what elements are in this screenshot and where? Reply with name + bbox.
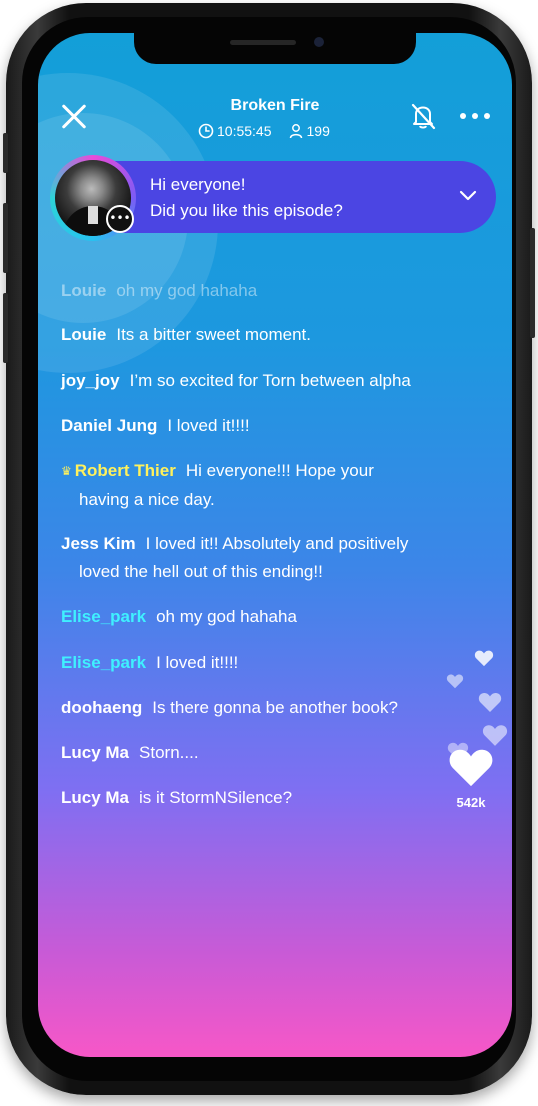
- volume-down-button: [3, 293, 8, 363]
- speaker: [230, 40, 296, 45]
- chevron-down-icon[interactable]: [458, 189, 478, 203]
- chat-text: is it StormNSilence?: [139, 788, 293, 807]
- mute-switch: [3, 133, 8, 173]
- camera: [314, 37, 324, 47]
- chat-username[interactable]: Daniel Jung: [61, 416, 157, 435]
- chat-message: joy_joy I’m so excited for Torn between a…: [61, 367, 471, 395]
- chat-username-vip[interactable]: Robert Thier: [75, 461, 176, 480]
- chat-message: Elise_park oh my god hahaha: [61, 603, 471, 631]
- chat-username[interactable]: Elise_park: [61, 607, 146, 626]
- volume-up-button: [3, 203, 8, 273]
- chat-text: Storn....: [139, 743, 199, 762]
- chat-message: Daniel Jung I loved it!!!!: [61, 412, 471, 440]
- chat-message: Louie Its a bitter sweet moment.: [61, 321, 471, 349]
- chat-username[interactable]: Elise_park: [61, 653, 146, 672]
- chat-bubble-icon: •••: [106, 205, 134, 233]
- user-icon: [289, 124, 302, 139]
- chat-username[interactable]: Lucy Ma: [61, 743, 129, 762]
- like-heart-button[interactable]: [448, 745, 494, 789]
- chat-message: Louie oh my god hahaha: [61, 277, 471, 305]
- chat-message: doohaeng Is there gonna be another book?: [61, 694, 471, 722]
- chat-username[interactable]: Lucy Ma: [61, 788, 129, 807]
- chat-username[interactable]: Louie: [61, 325, 106, 344]
- crown-icon: ♛: [61, 464, 72, 478]
- bell-off-icon[interactable]: [408, 101, 438, 131]
- chat-message: Lucy Ma is it StormNSilence?: [61, 784, 471, 812]
- chat-message: Elise_park I loved it!!!!: [61, 649, 471, 677]
- chat-text: I loved it!!!!: [167, 416, 250, 435]
- stream-title: Broken Fire: [230, 97, 320, 114]
- chat-text: Is there gonna be another book?: [152, 698, 398, 717]
- like-count: 542k: [456, 795, 486, 810]
- stream-meta: 10:55:45 199: [198, 123, 330, 139]
- viewer-count: 199: [306, 123, 330, 139]
- more-icon[interactable]: [460, 113, 490, 119]
- chat-message: ♛ Robert Thier Hi everyone!!! Hope your ha…: [61, 457, 471, 514]
- chat-username[interactable]: Jess Kim: [61, 534, 136, 553]
- chat-text: Hi everyone!!! Hope your: [185, 461, 374, 480]
- clock-icon: [198, 123, 214, 139]
- heart-icon: [474, 650, 494, 667]
- chat-username[interactable]: Louie: [61, 281, 106, 300]
- pinned-line-2: Did you like this episode?: [150, 201, 343, 220]
- chat-text: I’m so excited for Torn between alpha: [129, 371, 411, 390]
- elapsed-time: 10:55:45: [217, 123, 272, 139]
- chat-text-continued: having a nice day.: [79, 490, 215, 509]
- power-button: [530, 228, 535, 338]
- phone-frame: Broken Fire 10:55:45 199 ••• Hi everyone…: [3, 3, 535, 1095]
- chat-text: oh my god hahaha: [156, 607, 297, 626]
- heart-icon: [482, 725, 508, 746]
- chat-text: I loved it!!!!: [156, 653, 239, 672]
- pinned-line-1: Hi everyone!: [150, 175, 246, 194]
- notch: [134, 33, 416, 64]
- chat-username[interactable]: joy_joy: [61, 371, 120, 390]
- chat-username[interactable]: doohaeng: [61, 698, 142, 717]
- chat-text-continued: loved the hell out of this ending!!: [79, 562, 323, 581]
- chat-text: I loved it!! Absolutely and positively: [145, 534, 409, 553]
- live-chat-screen: Broken Fire 10:55:45 199 ••• Hi everyone…: [38, 33, 512, 1057]
- heart-icon: [478, 692, 502, 712]
- heart-icon: [446, 674, 464, 689]
- chat-message: Jess Kim I loved it!! Absolutely and posi…: [61, 530, 471, 586]
- pinned-message-text: Hi everyone! Did you like this episode?: [150, 172, 343, 224]
- chat-text: oh my god hahaha: [116, 281, 258, 300]
- chat-message: Lucy Ma Storn....: [61, 739, 471, 767]
- chat-text: Its a bitter sweet moment.: [116, 325, 311, 344]
